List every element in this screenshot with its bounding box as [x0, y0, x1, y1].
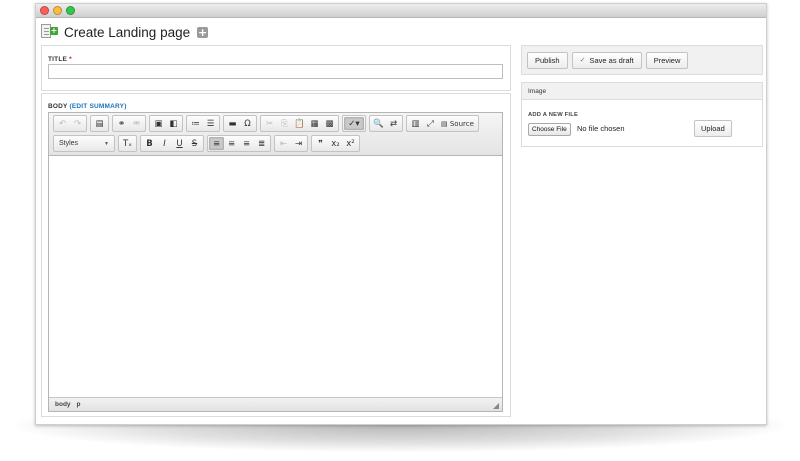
toolbar-group: 🔍 ⇄	[369, 115, 403, 132]
paste-icon[interactable]: 📋	[292, 117, 307, 130]
main-form: TITLE * BODY (EDIT SUMMARY) ↶ ↷ ▤ ⚭ ⚮ ▣ ◧ ≔ ☰ ▬ Ω ✂…	[41, 45, 511, 423]
numbered-list-icon[interactable]: ≔	[188, 117, 203, 130]
image-panel: Image ADD A NEW FILE Choose File No file…	[521, 82, 763, 147]
replace-icon[interactable]: ⇄	[386, 117, 401, 130]
image-panel-heading: Image	[522, 83, 762, 100]
find-icon[interactable]: 🔍	[371, 117, 386, 130]
file-status: No file chosen	[577, 124, 625, 133]
subscript-icon[interactable]: x₂	[328, 137, 343, 150]
blockquote-icon[interactable]: ❞	[313, 137, 328, 150]
special-char-icon[interactable]: Ω	[240, 117, 255, 130]
choose-file-button[interactable]: Choose File	[528, 123, 571, 136]
align-right-icon[interactable]: ≡	[239, 137, 254, 150]
unlink-icon[interactable]: ⚮	[129, 117, 144, 130]
toolbar-group: ❞ x₂ x²	[311, 135, 360, 152]
styles-dropdown[interactable]: Styles ▼	[55, 137, 113, 150]
toolbar-group: ✓▾	[342, 115, 366, 132]
superscript-icon[interactable]: x²	[343, 137, 358, 150]
outdent-icon[interactable]: ⇤	[276, 137, 291, 150]
toolbar-group: ▥ ⤢ ▤ Source	[406, 115, 479, 132]
editor-toolbar: ↶ ↷ ▤ ⚭ ⚮ ▣ ◧ ≔ ☰ ▬ Ω ✂ ⎘ 📋 ▦ ▩ ✓▾ 🔍 ⇄ ▥ ⤢ ▤ Source Styles ▼ T…	[49, 113, 502, 156]
element-path-bar: body p	[49, 397, 502, 411]
page-title: Create Landing page	[64, 24, 191, 40]
upload-button[interactable]: Upload	[694, 120, 732, 137]
bold-icon[interactable]: B	[142, 137, 157, 150]
toolbar-row-1: ↶ ↷ ▤ ⚭ ⚮ ▣ ◧ ≔ ☰ ▬ Ω ✂ ⎘ 📋 ▦ ▩ ✓▾ 🔍 ⇄ ▥ ⤢ ▤ Source	[53, 115, 482, 132]
align-left-icon[interactable]: ≡	[209, 137, 224, 150]
page-header: + Create Landing page +	[40, 20, 209, 44]
toolbar-group: ↶ ↷	[53, 115, 87, 132]
save-draft-button[interactable]: ✓ Save as draft	[571, 51, 642, 69]
redo-icon[interactable]: ↷	[70, 117, 85, 130]
link-icon[interactable]: ⚭	[114, 117, 129, 130]
toolbar-group: ✂ ⎘ 📋 ▦ ▩	[260, 115, 339, 132]
zoom-window-button[interactable]	[66, 6, 75, 15]
close-window-button[interactable]	[40, 6, 49, 15]
image-icon[interactable]: ▣	[151, 117, 166, 130]
toolbar-group: ≔ ☰	[186, 115, 220, 132]
checkmark-icon: ✓	[579, 57, 586, 64]
paste-word-icon[interactable]: ▩	[322, 117, 337, 130]
add-file-label: ADD A NEW FILE	[528, 112, 579, 118]
underline-icon[interactable]: U	[172, 137, 187, 150]
toolbar-group: ⇤ ⇥	[274, 135, 308, 152]
toolbar-group: ▣ ◧	[149, 115, 183, 132]
toolbar-group: ≡ ≡ ≡ ≣	[207, 135, 271, 152]
preview-button[interactable]: Preview	[645, 51, 689, 69]
add-shortcut-button[interactable]: +	[197, 26, 209, 38]
path-p[interactable]: p	[77, 401, 81, 408]
paste-text-icon[interactable]: ▦	[307, 117, 322, 130]
align-center-icon[interactable]: ≡	[224, 137, 239, 150]
toolbar-group: Tₓ	[118, 135, 137, 152]
toolbar-group: ⚭ ⚮	[112, 115, 146, 132]
body-label: BODY (EDIT SUMMARY)	[48, 103, 127, 110]
strikethrough-icon[interactable]: S	[187, 137, 202, 150]
required-mark: *	[69, 56, 72, 63]
body-fieldset: BODY (EDIT SUMMARY) ↶ ↷ ▤ ⚭ ⚮ ▣ ◧ ≔ ☰ ▬ Ω ✂ ⎘ 📋 ▦ ▩ ✓▾ 🔍 ⇄…	[41, 93, 511, 417]
italic-icon[interactable]: I	[157, 137, 172, 150]
toolbar-group: ▬ Ω	[223, 115, 257, 132]
publish-actions: Publish ✓ Save as draft Preview	[521, 45, 763, 75]
chevron-down-icon: ▼	[104, 140, 109, 147]
spellcheck-icon[interactable]: ✓▾	[344, 117, 364, 130]
cut-icon[interactable]: ✂	[262, 117, 277, 130]
window-titlebar	[36, 4, 766, 18]
title-input[interactable]	[48, 64, 503, 79]
remove-format-icon[interactable]: Tₓ	[120, 137, 135, 150]
maximize-icon[interactable]: ⤢	[423, 117, 438, 130]
copy-icon[interactable]: ⎘	[277, 117, 292, 130]
horizontal-rule-icon[interactable]: ▬	[225, 117, 240, 130]
edit-summary-link[interactable]: (EDIT SUMMARY)	[69, 103, 126, 110]
toolbar-group: BIUS	[140, 135, 204, 152]
styles-group: Styles ▼	[53, 135, 115, 152]
title-label: TITLE *	[48, 56, 72, 63]
editor-content-area[interactable]	[49, 156, 502, 399]
media-icon[interactable]: ◧	[166, 117, 181, 130]
add-page-icon: +	[40, 24, 58, 40]
minimize-window-button[interactable]	[53, 6, 62, 15]
justify-icon[interactable]: ≣	[254, 137, 269, 150]
path-body[interactable]: body	[55, 401, 71, 408]
indent-icon[interactable]: ⇥	[291, 137, 306, 150]
publish-button[interactable]: Publish	[527, 51, 568, 69]
rich-text-editor: ↶ ↷ ▤ ⚭ ⚮ ▣ ◧ ≔ ☰ ▬ Ω ✂ ⎘ 📋 ▦ ▩ ✓▾ 🔍 ⇄ ▥ ⤢ ▤ Source Styles ▼ T…	[48, 112, 503, 412]
bulleted-list-icon[interactable]: ☰	[203, 117, 218, 130]
show-blocks-icon[interactable]: ▥	[408, 117, 423, 130]
resize-handle-icon[interactable]	[493, 403, 499, 409]
browser-window: + Create Landing page + TITLE * BODY (ED…	[35, 3, 767, 425]
sidebar: Publish ✓ Save as draft Preview Image AD…	[521, 45, 766, 423]
templates-icon[interactable]: ▤	[92, 117, 107, 130]
title-fieldset: TITLE *	[41, 45, 511, 91]
undo-icon[interactable]: ↶	[55, 117, 70, 130]
toolbar-row-2: Styles ▼ Tₓ B I U S ≡ ≡ ≡ ≣ ⇤ ⇥ ❞ x₂ x²	[53, 135, 363, 152]
source-button[interactable]: ▤ Source	[438, 117, 477, 130]
toolbar-group: ▤	[90, 115, 109, 132]
